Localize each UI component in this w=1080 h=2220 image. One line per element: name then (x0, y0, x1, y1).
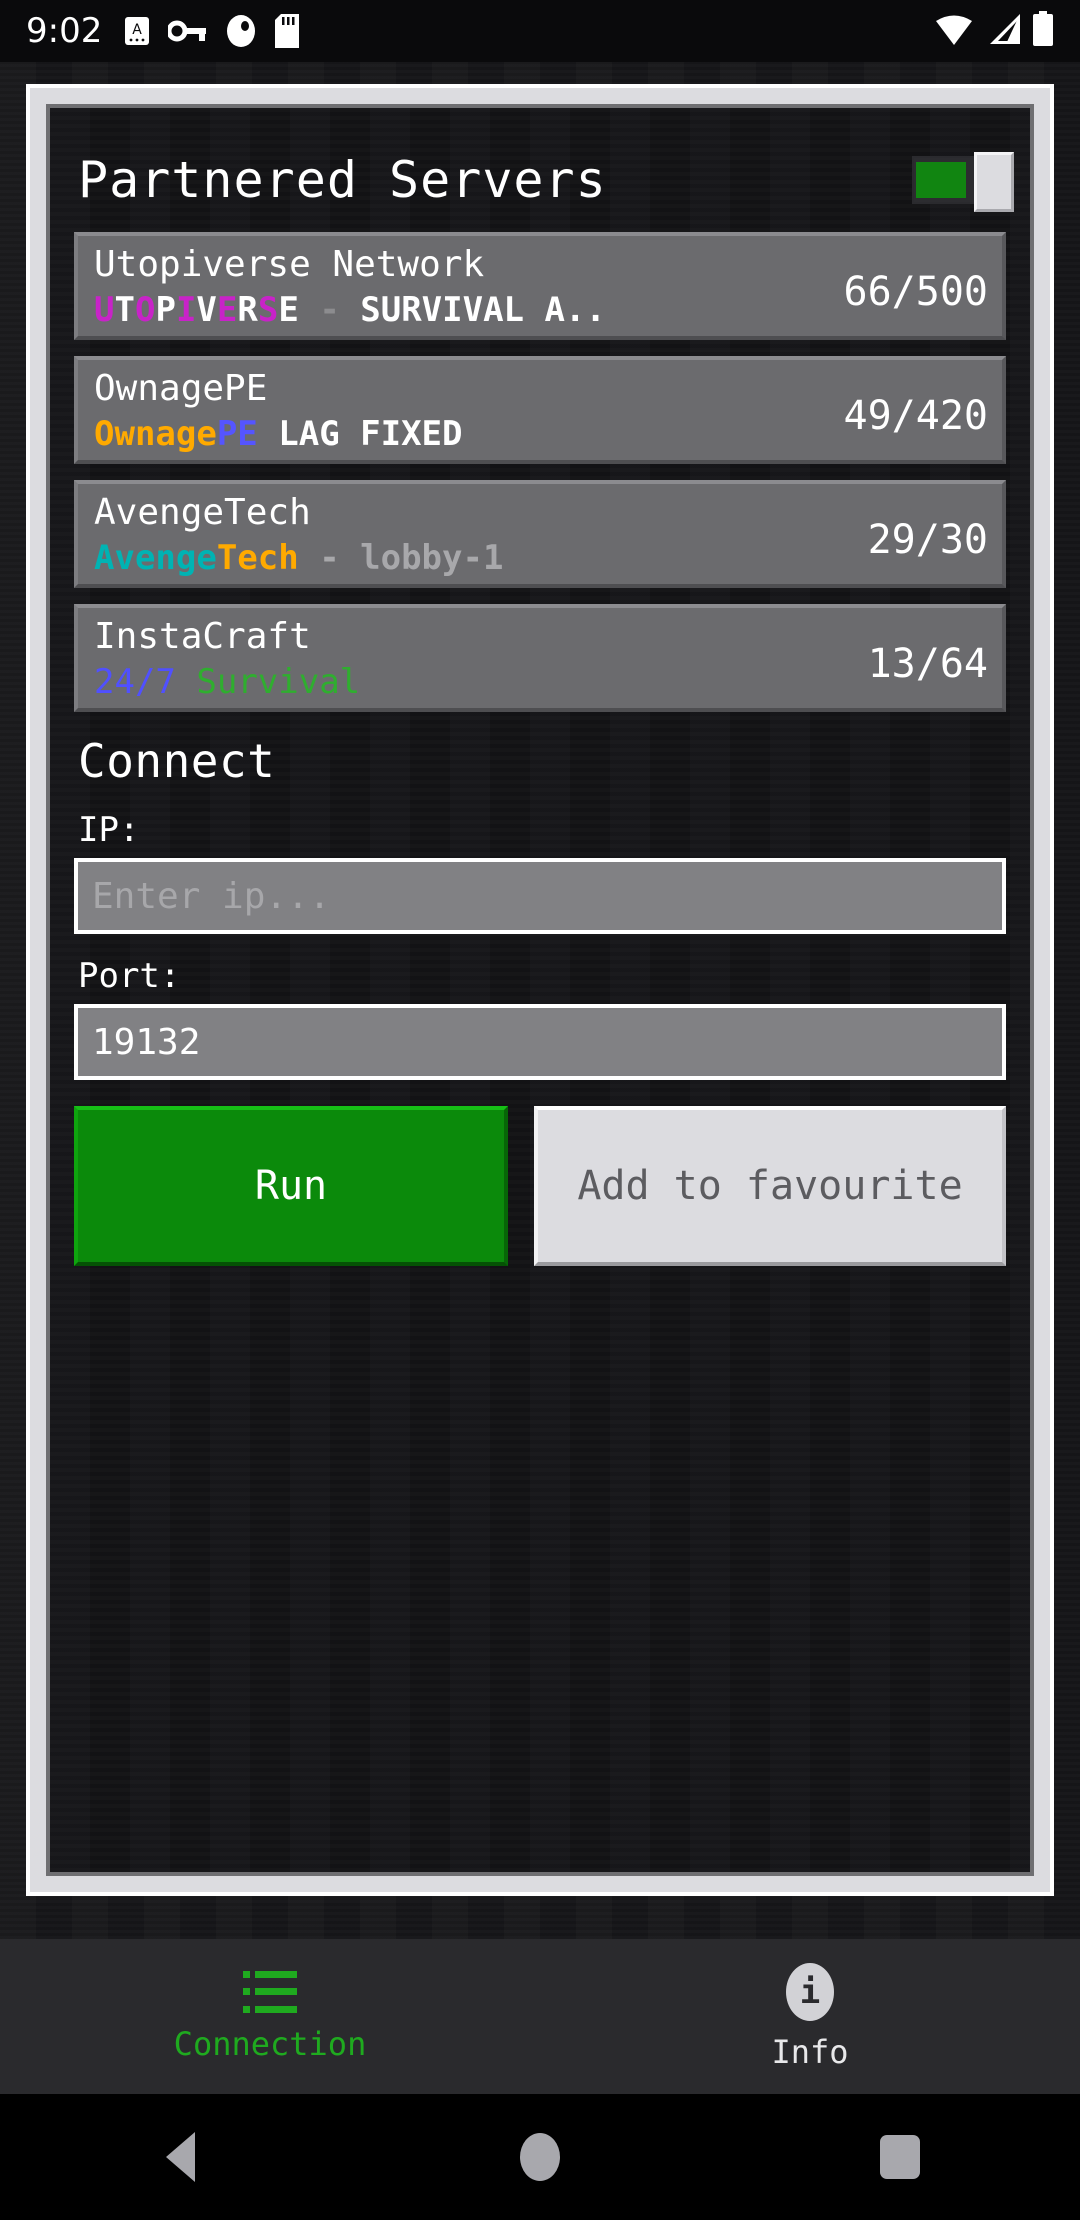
home-circle-icon (520, 2133, 560, 2181)
server-motd-segment: U (94, 290, 115, 330)
battery-icon (1032, 11, 1054, 51)
toggle-track-on (916, 162, 966, 198)
server-motd-segment: Survival (196, 662, 361, 702)
main-panel-frame: Partnered Servers Utopiverse Network UTOP… (26, 84, 1054, 1896)
alphabet-mode-icon: A (124, 16, 150, 46)
page-title: Partnered Servers (78, 151, 607, 209)
server-motd-segment: S (257, 290, 279, 330)
server-name: OwnagePE (94, 368, 268, 409)
server-player-count: 29/30 (867, 517, 988, 563)
port-label: Port: (78, 956, 181, 996)
server-motd-segment: Ownage (94, 414, 217, 454)
run-button[interactable]: Run (74, 1106, 508, 1266)
add-to-favourite-button[interactable]: Add to favourite (534, 1106, 1006, 1266)
partnered-servers-toggle[interactable] (912, 152, 1014, 212)
android-status-bar: 9:02 A (0, 0, 1080, 62)
server-motd-segment: - (298, 290, 361, 330)
server-motd-segment: PE (216, 414, 258, 454)
vpn-key-icon (168, 18, 208, 44)
server-motd-segment: E (278, 290, 299, 330)
server-motd-segment: LAG FIXED (257, 414, 463, 454)
server-row-text: OwnagePE OwnagePE LAG FIXED (94, 368, 828, 456)
toggle-knob[interactable] (974, 152, 1014, 212)
sd-card-icon (274, 14, 300, 48)
recents-square-icon (880, 2135, 920, 2179)
server-row[interactable]: Utopiverse Network UTOPIVERSE - SURVIVAL … (74, 232, 1006, 340)
bottom-nav-label-info: Info (771, 2032, 849, 2071)
bottom-nav-item-info[interactable]: i Info (540, 1939, 1080, 2094)
server-motd-segment: - (298, 538, 361, 578)
bottom-nav-label-connection: Connection (173, 2024, 367, 2063)
server-row[interactable]: AvengeTech AvengeTech - lobby-1 29/30 (74, 480, 1006, 588)
android-navigation-bar (0, 2094, 1080, 2220)
server-name: Utopiverse Network (94, 244, 485, 285)
server-motd-segment: E (216, 290, 238, 330)
status-bar-clock: 9:02 (26, 11, 103, 51)
connect-heading: Connect (78, 734, 276, 788)
server-player-count: 66/500 (843, 269, 989, 315)
server-motd-segment: P (155, 290, 176, 330)
server-player-count: 49/420 (843, 393, 989, 439)
ip-input[interactable] (74, 858, 1006, 934)
nav-home-button[interactable] (360, 2133, 720, 2181)
wifi-icon (934, 12, 974, 50)
back-triangle-icon (165, 2132, 195, 2182)
server-row[interactable]: InstaCraft 24/7 Survival 13/64 (74, 604, 1006, 712)
bottom-navigation-bar: Connection i Info (0, 1939, 1080, 2094)
main-panel-content: Partnered Servers Utopiverse Network UTOP… (50, 108, 1030, 1872)
server-motd-segment: R (237, 290, 258, 330)
server-row-text: Utopiverse Network UTOPIVERSE - SURVIVAL … (94, 244, 828, 332)
ip-label: IP: (78, 810, 140, 850)
server-motd: UTOPIVERSE - SURVIVAL A.. (94, 288, 828, 332)
server-motd: OwnagePE LAG FIXED (94, 412, 828, 456)
server-name: InstaCraft (94, 616, 311, 657)
server-motd: AvengeTech - lobby-1 (94, 536, 852, 580)
info-circle-icon: i (786, 1962, 834, 2021)
server-row-text: InstaCraft 24/7 Survival (94, 616, 852, 704)
server-motd-segment: 24/7 (94, 662, 176, 702)
partnered-server-list: Utopiverse Network UTOPIVERSE - SURVIVAL … (74, 232, 1006, 712)
nav-back-button[interactable] (0, 2132, 360, 2182)
server-motd-segment: Tech (216, 538, 299, 578)
server-motd-segment (176, 662, 196, 702)
nav-recents-button[interactable] (720, 2135, 1080, 2179)
main-panel-border: Partnered Servers Utopiverse Network UTOP… (30, 88, 1050, 1892)
cellular-signal-icon (984, 12, 1022, 50)
app-badge-icon (226, 14, 256, 48)
server-row-text: AvengeTech AvengeTech - lobby-1 (94, 492, 852, 580)
server-motd-segment: O (134, 290, 156, 330)
server-motd: 24/7 Survival (94, 660, 852, 704)
bottom-nav-item-connection[interactable]: Connection (0, 1939, 540, 2094)
server-motd-segment: V (196, 290, 217, 330)
server-player-count: 13/64 (867, 641, 988, 687)
svg-text:A: A (133, 22, 143, 38)
panel-header: Partnered Servers (74, 132, 1014, 228)
server-row[interactable]: OwnagePE OwnagePE LAG FIXED 49/420 (74, 356, 1006, 464)
connect-button-row: Run Add to favourite (74, 1106, 1006, 1266)
server-motd-segment: T (114, 290, 135, 330)
port-input[interactable] (74, 1004, 1006, 1080)
server-motd-segment: lobby-1 (360, 538, 504, 578)
server-motd-segment: Avenge (94, 538, 217, 578)
server-motd-segment: I (175, 290, 197, 330)
main-panel-inner-border: Partnered Servers Utopiverse Network UTOP… (46, 104, 1034, 1876)
server-motd-segment: SURVIVAL A.. (360, 290, 606, 330)
list-icon (243, 1970, 297, 2013)
server-name: AvengeTech (94, 492, 311, 533)
